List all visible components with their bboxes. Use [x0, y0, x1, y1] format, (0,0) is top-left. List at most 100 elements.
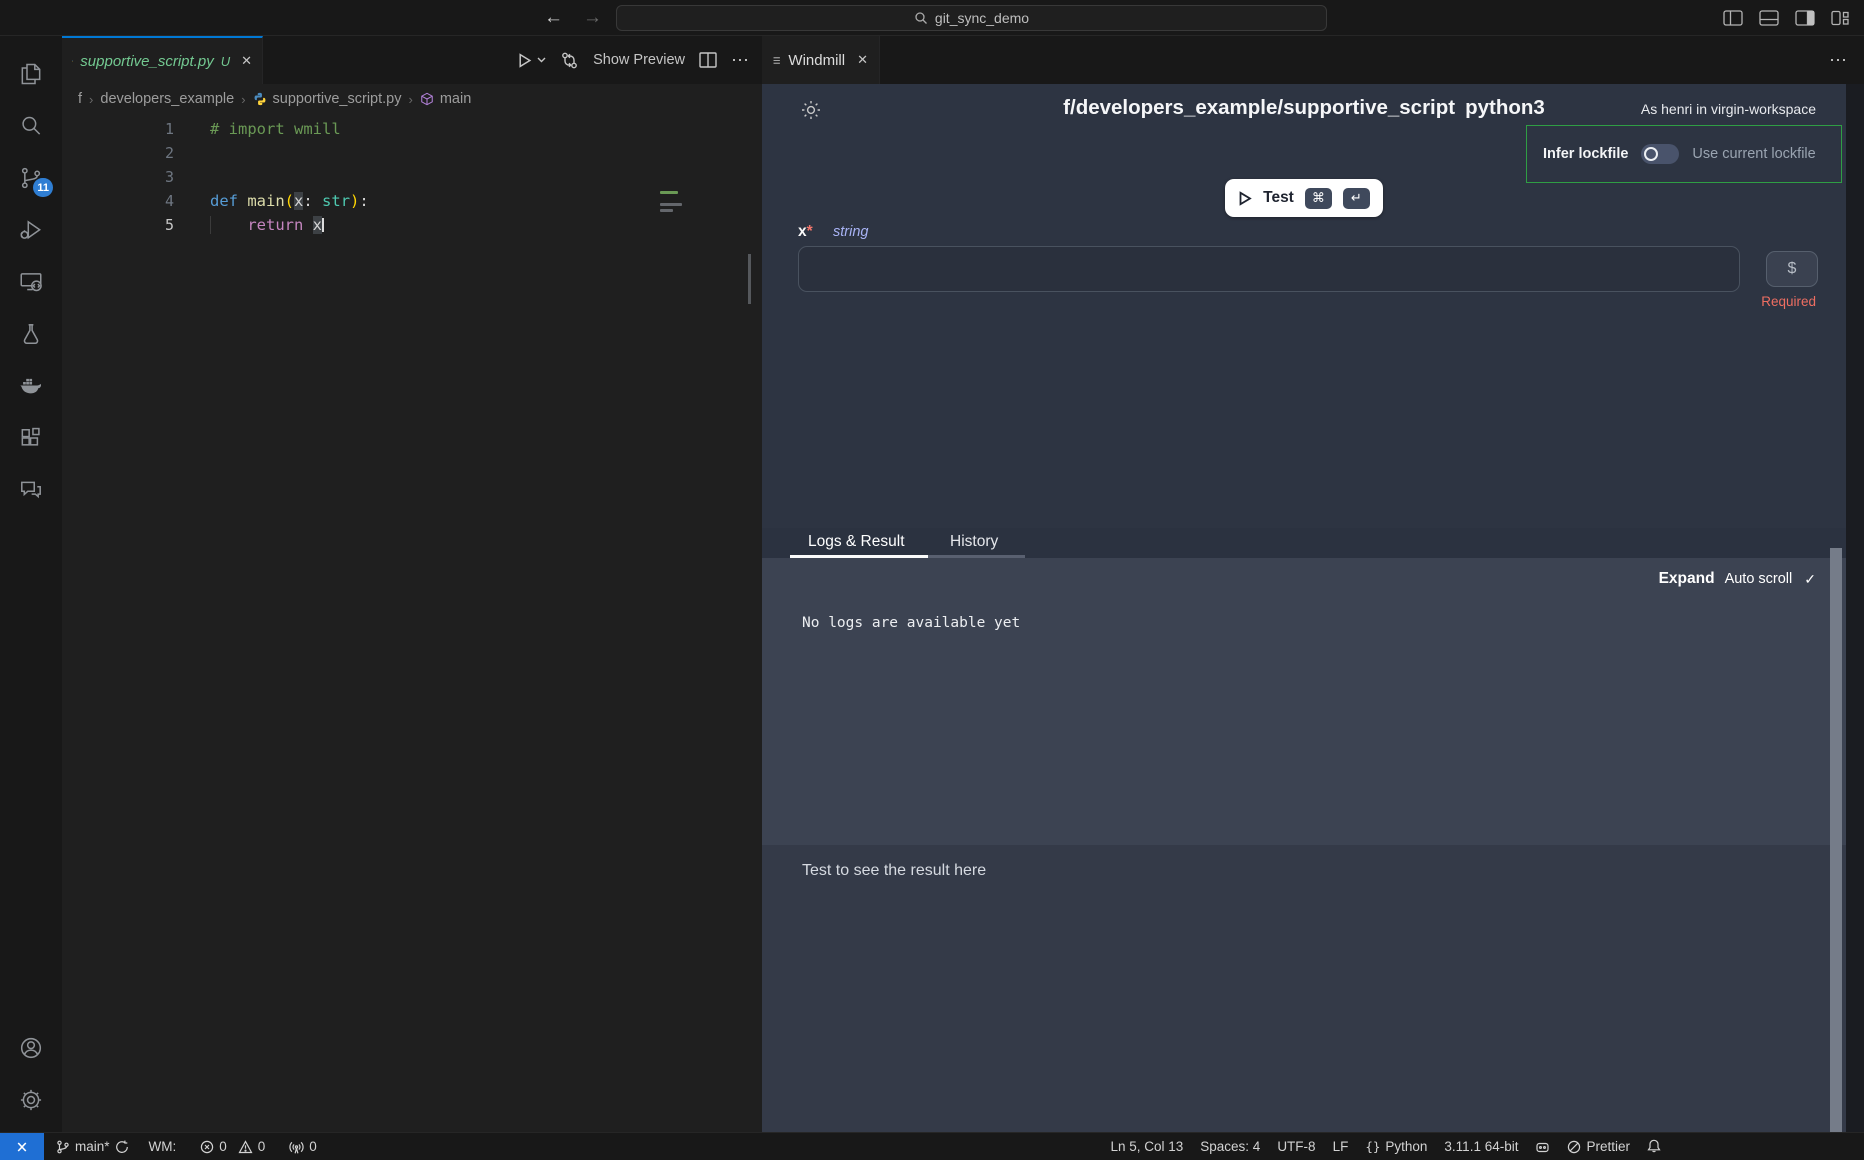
eol-item[interactable]: LF — [1333, 1139, 1349, 1154]
command-center[interactable]: git_sync_demo — [616, 5, 1327, 31]
tab-windmill[interactable]: Windmill ✕ — [762, 36, 880, 84]
toggle-secondary-sidebar-icon[interactable] — [1795, 10, 1815, 27]
windmill-tab-icon — [773, 54, 780, 67]
result-placeholder: Test to see the result here — [802, 862, 986, 880]
python-version-item[interactable]: 3.11.1 64-bit — [1444, 1139, 1518, 1154]
cursor-position-item[interactable]: Ln 5, Col 13 — [1110, 1139, 1183, 1154]
comments-icon[interactable] — [0, 464, 62, 516]
tab-supportive-script[interactable]: supportive_script.py U ✕ — [62, 36, 263, 84]
copilot-icon — [1535, 1140, 1550, 1154]
code-editor[interactable]: 1# import wmill234def main(x: str):5 ret… — [62, 114, 762, 1132]
error-count: 0 — [219, 1139, 227, 1154]
code-line[interactable]: 3 — [62, 165, 762, 189]
prettier-label: Prettier — [1586, 1139, 1630, 1154]
test-button[interactable]: Test ⌘ ↵ — [1225, 179, 1383, 217]
arg-x-input[interactable] — [798, 246, 1740, 292]
testing-icon[interactable] — [0, 308, 62, 360]
nav-back-button[interactable]: ← — [544, 7, 563, 29]
dollar-expression-button[interactable]: $ — [1766, 251, 1818, 287]
python-file-icon — [72, 53, 73, 69]
panel-right-gutter — [1846, 84, 1864, 1132]
customize-layout-icon[interactable] — [1831, 10, 1850, 27]
toggle-panel-icon[interactable] — [1759, 10, 1779, 27]
notifications-bell-item[interactable] — [1647, 1139, 1661, 1154]
script-language: python3 — [1465, 96, 1545, 119]
nav-forward-button[interactable]: → — [583, 7, 602, 29]
encoding-item[interactable]: UTF-8 — [1277, 1139, 1315, 1154]
minimap[interactable] — [660, 191, 694, 215]
ports-item[interactable]: 0 — [289, 1139, 317, 1154]
autoscroll-toggle[interactable]: Auto scroll — [1725, 571, 1793, 587]
check-icon: ✓ — [1804, 571, 1816, 588]
windmill-panel-group: Windmill ✕ ⋯ f/developers_example/suppor… — [762, 36, 1864, 1132]
open-changes-icon[interactable] — [560, 51, 579, 70]
scm-badge: 11 — [33, 178, 53, 197]
run-debug-icon[interactable] — [0, 204, 62, 256]
tab-close-icon[interactable]: ✕ — [241, 53, 252, 69]
show-preview-button[interactable]: Show Preview — [593, 52, 685, 68]
tab-history[interactable]: History — [928, 528, 1025, 558]
copilot-status-item[interactable] — [1535, 1140, 1550, 1154]
panel-scrollbar[interactable] — [1830, 548, 1842, 1132]
code-line[interactable]: 5 return x — [62, 213, 762, 237]
play-icon — [517, 53, 532, 68]
radio-tower-icon — [289, 1140, 304, 1154]
arg-name: x — [798, 223, 807, 240]
panel-more-actions-icon[interactable]: ⋯ — [1829, 50, 1848, 71]
prettier-item[interactable]: Prettier — [1567, 1139, 1630, 1154]
bell-icon — [1647, 1139, 1661, 1154]
indentation-item[interactable]: Spaces: 4 — [1200, 1139, 1260, 1154]
command-center-text: git_sync_demo — [935, 10, 1029, 26]
source-control-icon[interactable]: 11 — [0, 152, 62, 204]
settings-gear-icon[interactable] — [0, 1074, 62, 1126]
title-bar: ← → git_sync_demo — [0, 0, 1864, 36]
breadcrumb-folder[interactable]: developers_example — [100, 91, 234, 107]
warning-count: 0 — [258, 1139, 266, 1154]
tab-label: supportive_script.py — [80, 53, 213, 70]
account-icon[interactable] — [0, 1022, 62, 1074]
breadcrumb-symbol[interactable]: main — [420, 91, 471, 107]
logs-tab-bar: Logs & Result History — [762, 528, 1846, 558]
symbol-cube-icon — [420, 92, 434, 106]
breadcrumb-root[interactable]: f — [78, 91, 82, 107]
branch-label: main* — [75, 1139, 110, 1154]
windmill-tab-close-icon[interactable]: ✕ — [857, 52, 868, 68]
infer-lockfile-label: Infer lockfile — [1543, 146, 1628, 162]
split-editor-icon[interactable] — [699, 52, 717, 68]
toggle-sidebar-icon[interactable] — [1723, 10, 1743, 27]
remote-indicator[interactable] — [0, 1133, 44, 1160]
vscode-window: ← → git_sync_demo 11 — [0, 0, 1864, 1160]
script-path: f/developers_example/supportive_script — [1063, 96, 1455, 119]
problems-item[interactable]: 0 0 — [200, 1139, 265, 1154]
code-line[interactable]: 1# import wmill — [62, 117, 762, 141]
chevron-down-icon — [537, 57, 546, 63]
use-lockfile-label: Use current lockfile — [1692, 146, 1815, 162]
search-icon — [914, 11, 928, 25]
language-mode-item[interactable]: Python — [1365, 1139, 1427, 1154]
status-bar: main* WM: 0 0 0 Ln 5, Col 13 Spaces: 4 U… — [0, 1132, 1864, 1160]
wm-status-item[interactable]: WM: — [149, 1139, 177, 1154]
editor-more-actions-icon[interactable]: ⋯ — [731, 50, 750, 71]
explorer-icon[interactable] — [0, 48, 62, 100]
code-lines: 1# import wmill234def main(x: str):5 ret… — [62, 117, 762, 237]
docker-icon[interactable] — [0, 360, 62, 412]
run-python-button[interactable] — [517, 53, 546, 68]
editor-tab-bar: supportive_script.py U ✕ Show Preview ⋯ — [62, 36, 762, 84]
tab-modified-flag: U — [221, 54, 230, 69]
lockfile-toggle[interactable] — [1641, 144, 1679, 164]
remote-explorer-icon[interactable] — [0, 256, 62, 308]
prettier-status-icon — [1567, 1140, 1581, 1154]
tab-logs-result[interactable]: Logs & Result — [790, 528, 928, 558]
code-line[interactable]: 2 — [62, 141, 762, 165]
search-sidebar-icon[interactable] — [0, 100, 62, 152]
expand-button[interactable]: Expand — [1659, 570, 1715, 588]
extensions-icon[interactable] — [0, 412, 62, 464]
windmill-webview: f/developers_example/supportive_script py… — [762, 84, 1846, 1132]
ports-count: 0 — [309, 1139, 317, 1154]
branch-icon — [56, 1140, 70, 1154]
git-branch-item[interactable]: main* — [56, 1139, 129, 1154]
run-context-label: As henri in virgin-workspace — [1641, 101, 1816, 117]
code-line[interactable]: 4def main(x: str): — [62, 189, 762, 213]
windmill-tab-label: Windmill — [788, 52, 845, 69]
breadcrumb-file[interactable]: supportive_script.py — [253, 91, 402, 107]
